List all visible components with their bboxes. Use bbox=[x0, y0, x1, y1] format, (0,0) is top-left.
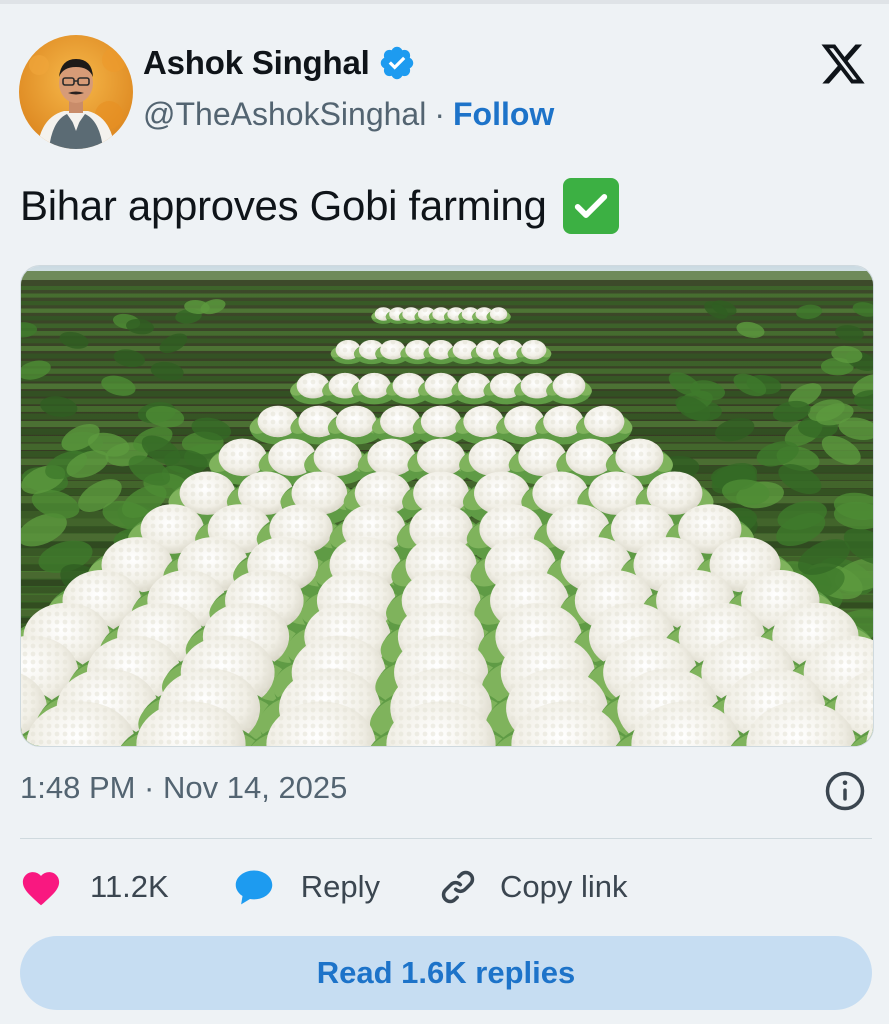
x-logo-icon[interactable] bbox=[818, 40, 868, 88]
copy-link-button[interactable]: Copy link bbox=[438, 867, 628, 907]
divider bbox=[20, 838, 872, 839]
author-handle[interactable]: @TheAshokSinghal bbox=[143, 96, 426, 133]
author-avatar[interactable] bbox=[19, 35, 133, 149]
heart-icon bbox=[20, 868, 62, 906]
read-replies-button[interactable]: Read 1.6K replies bbox=[20, 936, 872, 1010]
tweet-text-row: Bihar approves Gobi farming bbox=[20, 178, 619, 234]
author-name-row[interactable]: Ashok Singhal bbox=[143, 44, 416, 82]
likes-count: 11.2K bbox=[90, 869, 169, 905]
reply-label: Reply bbox=[301, 869, 380, 905]
tweet-card: Ashok Singhal @TheAshokSinghal · Follow … bbox=[0, 0, 889, 1024]
link-icon bbox=[438, 867, 478, 907]
follow-button[interactable]: Follow bbox=[453, 96, 554, 133]
tweet-timestamp[interactable]: 1:48 PM · Nov 14, 2025 bbox=[20, 770, 347, 806]
author-handle-row: @TheAshokSinghal · Follow bbox=[143, 96, 554, 133]
like-button[interactable]: 11.2K bbox=[20, 868, 169, 906]
tweet-text: Bihar approves Gobi farming bbox=[20, 182, 547, 230]
check-mark-emoji-icon bbox=[563, 178, 619, 234]
reply-button[interactable]: Reply bbox=[233, 867, 380, 907]
verified-badge-icon bbox=[378, 44, 416, 82]
cauliflower-field-image bbox=[21, 266, 873, 746]
tweet-actions: 11.2K Reply Copy link bbox=[20, 865, 627, 909]
top-border bbox=[0, 0, 889, 4]
author-name[interactable]: Ashok Singhal bbox=[143, 44, 370, 82]
info-icon[interactable] bbox=[824, 770, 866, 812]
read-replies-label: Read 1.6K replies bbox=[317, 955, 575, 991]
copy-link-label: Copy link bbox=[500, 869, 628, 905]
separator-dot: · bbox=[434, 96, 445, 133]
speech-bubble-icon bbox=[233, 867, 275, 907]
tweet-media-image[interactable] bbox=[20, 265, 874, 747]
